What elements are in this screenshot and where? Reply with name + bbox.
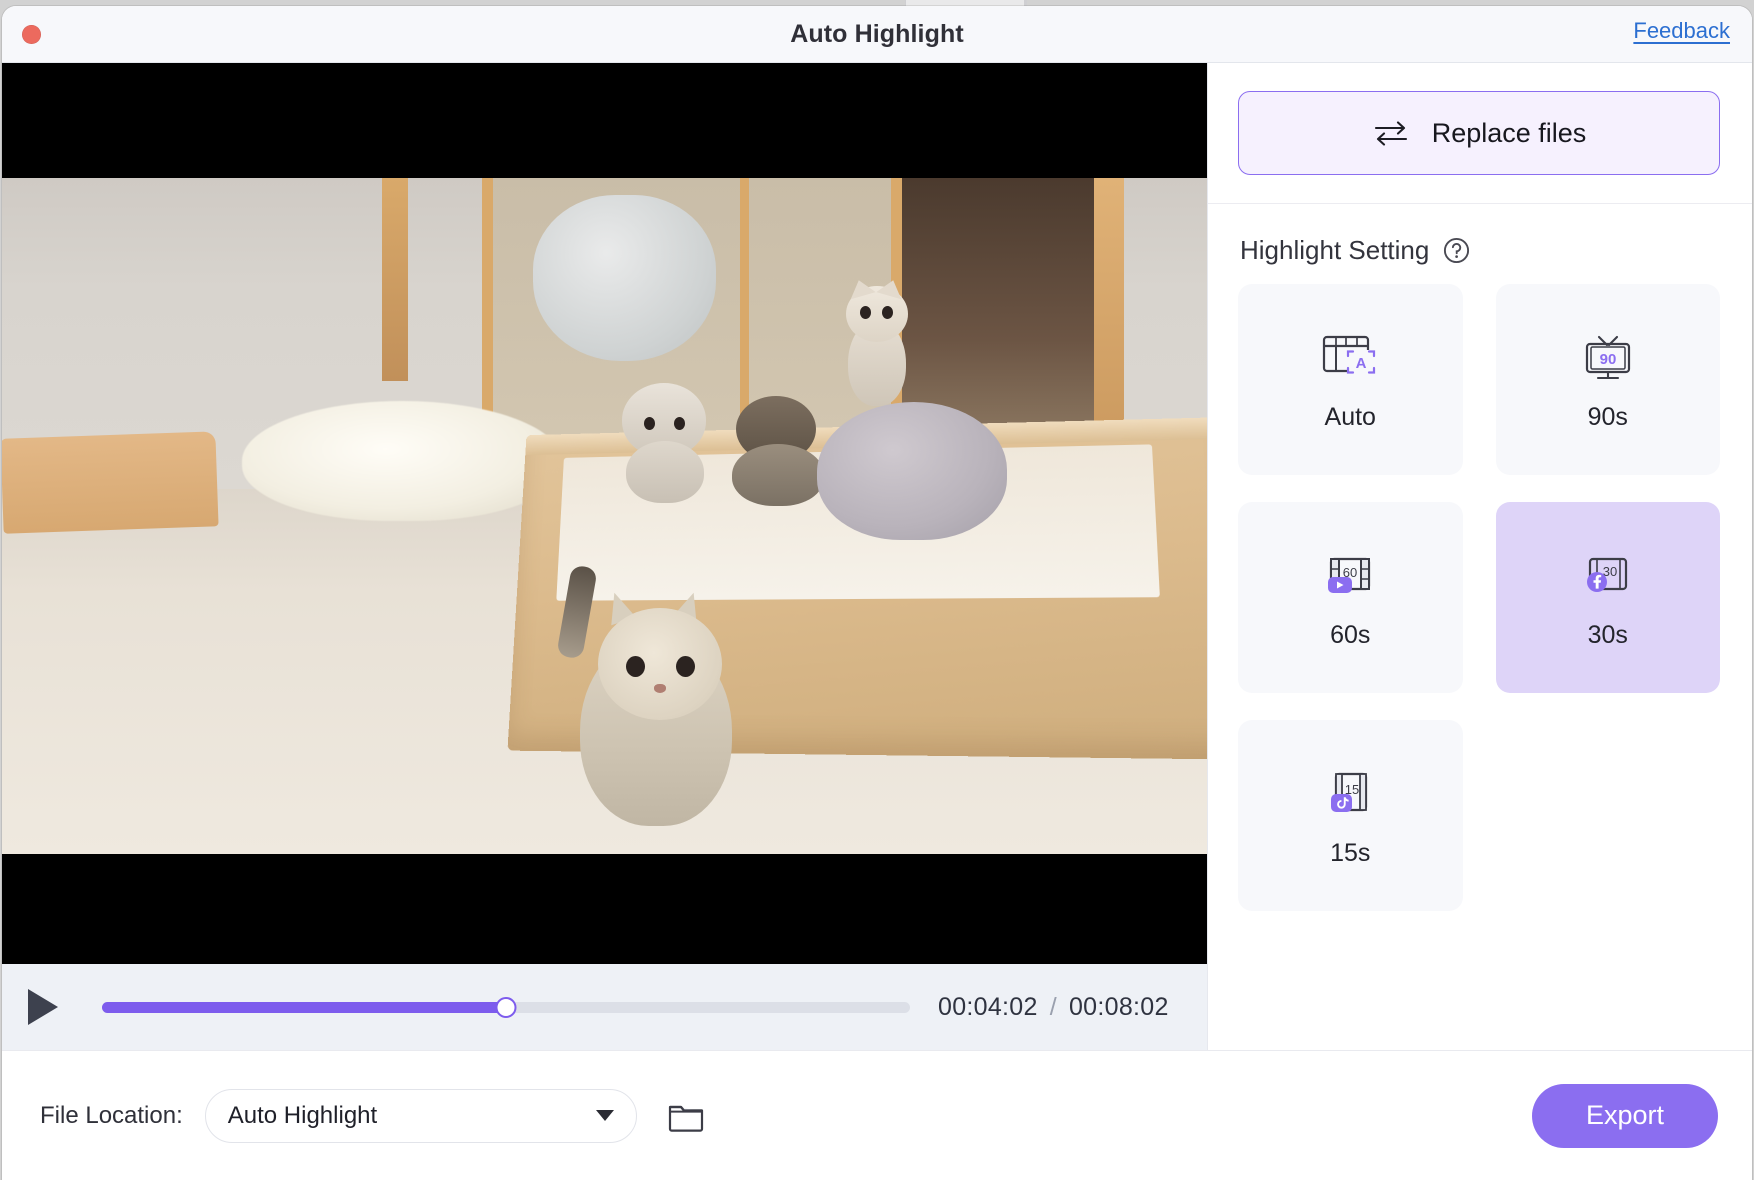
highlight-setting-header: Highlight Setting (1240, 235, 1720, 266)
letterbox-top (2, 63, 1207, 178)
kitten-in-box-middle (732, 396, 828, 506)
export-button[interactable]: Export (1532, 1083, 1718, 1148)
svg-text:90: 90 (1599, 351, 1616, 368)
highlight-option-90s[interactable]: 90 90s (1495, 284, 1720, 475)
auto-highlight-window: Auto Highlight Feedback 00:04:02 / 00:08… (2, 6, 1752, 1180)
seek-progress (102, 1001, 506, 1013)
replace-files-label: Replace files (1431, 117, 1587, 148)
export-bar: File Location: Auto Highlight Export (2, 1050, 1752, 1180)
highlight-option-30s[interactable]: 30 30s (1495, 502, 1720, 693)
highlight-option-label: Auto (1324, 403, 1376, 431)
highlight-option-label: 60s (1330, 621, 1371, 649)
main-content: 00:04:02 / 00:08:02 Replace files Highli… (2, 62, 1752, 1050)
file-location-label: File Location: (40, 1101, 183, 1129)
video-frame-content (2, 178, 1207, 854)
svg-text:A: A (1356, 355, 1367, 372)
youtube-frame-icon: 60 (1317, 545, 1383, 605)
section-divider (1208, 203, 1752, 204)
highlight-option-label: 30s (1587, 621, 1628, 649)
highlight-option-15s[interactable]: 15 15s (1238, 720, 1463, 911)
highlight-option-label: 15s (1330, 839, 1371, 867)
kitten-in-box-right (817, 390, 1007, 540)
chevron-down-icon (595, 1110, 614, 1121)
letterbox-bottom (2, 854, 1207, 964)
kitten-in-box-left (622, 383, 708, 503)
highlight-option-label: 90s (1587, 403, 1628, 431)
total-time: 00:08:02 (1068, 992, 1169, 1021)
current-time: 00:04:02 (938, 992, 1038, 1021)
time-separator: / (1049, 992, 1057, 1021)
question-mark-icon[interactable] (1443, 237, 1470, 264)
highlight-setting-title: Highlight Setting (1240, 235, 1430, 265)
highlight-option-grid: A Auto 90 90s 60 60s 30 30s 15 15s (1238, 284, 1720, 911)
timecode-display: 00:04:02 / 00:08:02 (938, 993, 1169, 1022)
facebook-frame-icon: 30 (1575, 545, 1641, 605)
seek-slider[interactable] (102, 996, 910, 1018)
preview-pane: 00:04:02 / 00:08:02 (2, 62, 1207, 1050)
replace-files-button[interactable]: Replace files (1238, 91, 1720, 175)
title-bar: Auto Highlight Feedback (2, 6, 1752, 62)
kitten-background (842, 276, 912, 406)
video-preview[interactable] (2, 63, 1207, 964)
file-location-dropdown[interactable]: Auto Highlight (204, 1088, 637, 1143)
swap-arrows-icon (1372, 119, 1410, 147)
tiktok-frame-icon: 15 (1317, 763, 1383, 823)
kitten-foreground (556, 564, 782, 836)
player-controls: 00:04:02 / 00:08:02 (2, 964, 1207, 1050)
folder-icon[interactable] (667, 1099, 705, 1133)
settings-pane: Replace files Highlight Setting A Auto 9… (1207, 62, 1752, 1050)
play-icon[interactable] (28, 989, 58, 1025)
page-title: Auto Highlight (790, 19, 964, 48)
export-label: Export (1585, 1100, 1665, 1130)
feedback-link[interactable]: Feedback (1633, 18, 1730, 44)
seek-handle[interactable] (495, 996, 517, 1018)
file-location-value: Auto Highlight (227, 1101, 378, 1129)
highlight-option-auto[interactable]: A Auto (1238, 284, 1463, 475)
tv-icon: 90 (1575, 327, 1641, 387)
highlight-option-60s[interactable]: 60 60s (1238, 502, 1463, 693)
auto-frame-icon: A (1317, 327, 1383, 387)
